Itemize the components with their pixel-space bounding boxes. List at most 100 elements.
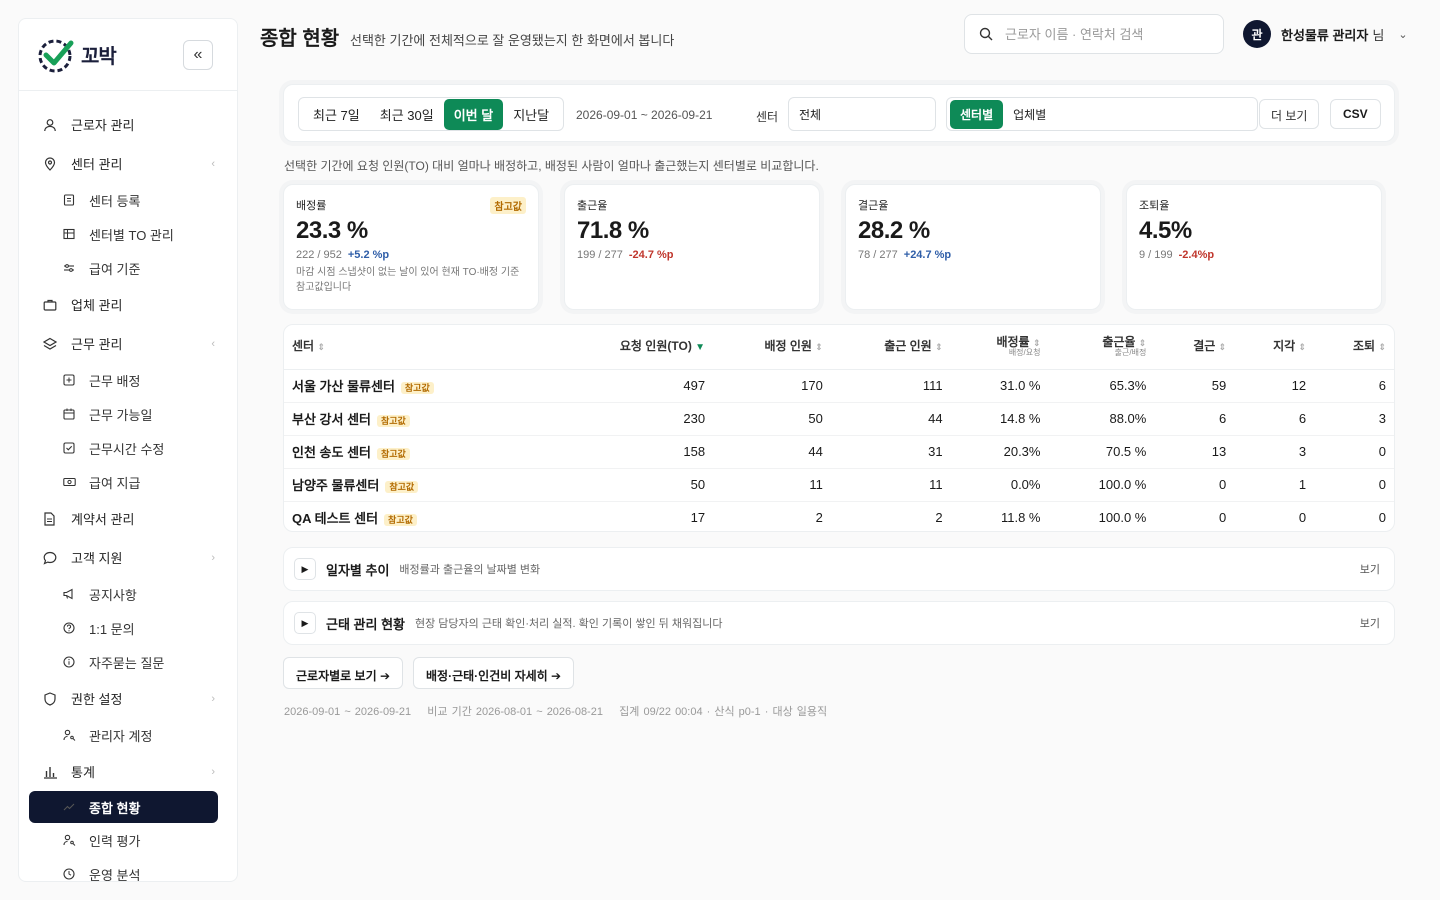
contract-icon bbox=[43, 511, 63, 526]
col-attended[interactable]: 출근 인원 ⇕ bbox=[830, 325, 951, 370]
kpi-content: 출근율 71.8 % 199 / 277 -24.7 %p bbox=[577, 197, 807, 295]
sidebar-item[interactable]: 1:1 문의 bbox=[19, 611, 237, 645]
sidebar-item-label: 근무 배정 bbox=[89, 373, 141, 389]
cell-center: 서울 가산 물류센터 참고값 bbox=[284, 369, 584, 403]
table-icon bbox=[63, 228, 81, 240]
sidebar-item[interactable]: 업체 관리 bbox=[19, 285, 237, 324]
panel-view-link[interactable]: 보기 bbox=[1360, 615, 1380, 631]
col-attend-rate[interactable]: 출근율 ⇕ 출근/배정 bbox=[1048, 325, 1155, 370]
cell-early: 6 bbox=[1314, 369, 1394, 403]
cell-center: 부산 강서 센터 참고값 bbox=[284, 402, 584, 436]
col-center[interactable]: 센터 ⇕ bbox=[284, 325, 584, 370]
period-button[interactable]: 이번 달 bbox=[443, 98, 504, 130]
logo[interactable]: 꼬박 bbox=[37, 37, 117, 73]
reference-badge: 참고값 bbox=[376, 448, 410, 460]
col-assigned[interactable]: 배정 인원 ⇕ bbox=[713, 325, 831, 370]
attendance-management-panel[interactable]: ▶ 근태 관리 현황 현장 담당자의 근태 확인·처리 실적. 확인 기록이 쌓… bbox=[283, 601, 1395, 645]
cell-attend-rate: 65.3% bbox=[1048, 369, 1155, 403]
panel-description: 배정률과 출근율의 날짜별 변화 bbox=[399, 564, 541, 576]
col-early-label: 조퇴 bbox=[1353, 339, 1376, 354]
reference-badge: 참고값 bbox=[376, 415, 410, 427]
kpi-ratio-row: 199 / 277 -24.7 %p bbox=[577, 249, 807, 261]
sidebar-item[interactable]: 급여 지급 bbox=[19, 465, 237, 499]
sidebar-item[interactable]: 운영 분석 bbox=[19, 857, 237, 881]
date-range[interactable]: 2026-09-01 ~ 2026-09-21 bbox=[576, 108, 712, 122]
csv-export-button[interactable]: CSV bbox=[1330, 99, 1381, 129]
view-by-worker-button[interactable]: 근로자별로 보기 ➔ bbox=[283, 657, 404, 689]
col-late[interactable]: 지각 ⇕ bbox=[1234, 325, 1315, 370]
period-button[interactable]: 지난달 bbox=[503, 99, 559, 130]
panel-description: 현장 담당자의 근태 확인·처리 실적. 확인 기록이 쌓인 뒤 채워집니다 bbox=[414, 618, 723, 630]
logo-check-icon bbox=[38, 39, 74, 72]
reference-badge: 참고값 bbox=[384, 514, 417, 526]
sidebar-item[interactable]: 계약서 관리 bbox=[19, 499, 237, 538]
sidebar-item[interactable]: 종합 현황 bbox=[29, 791, 218, 823]
sidebar-header: 꼬박 « bbox=[19, 19, 237, 91]
sidebar-item-label: 근무 가능일 bbox=[89, 407, 153, 423]
sidebar-collapse-button[interactable]: « bbox=[183, 39, 213, 70]
sidebar-item[interactable]: 근로자 관리 bbox=[19, 105, 237, 144]
sidebar-item-label: 급여 기준 bbox=[89, 261, 141, 277]
table-row[interactable]: 인천 송도 센터 참고값 158 44 31 20.3% 70.5 % 13 3 0 bbox=[284, 435, 1394, 469]
user-menu[interactable]: 관 한성물류 관리자 님 ⌄ bbox=[1243, 20, 1408, 48]
period-button[interactable]: 최근 7일 bbox=[303, 99, 370, 130]
sidebar-item[interactable]: 자주묻는 질문 bbox=[19, 645, 237, 679]
sidebar-item[interactable]: 근무 배정 bbox=[19, 363, 237, 397]
col-absent[interactable]: 결근 ⇕ bbox=[1154, 325, 1235, 370]
table-row[interactable]: QA 테스트 센터 참고값 17 2 2 11.8 % 100.0 % 0 0 0 bbox=[284, 501, 1394, 531]
sidebar-item[interactable]: 고객 지원 › bbox=[19, 538, 237, 577]
sidebar-item[interactable]: 통계 › bbox=[19, 752, 237, 791]
chevron-left-icon: ‹ bbox=[211, 157, 215, 170]
center-name: 부산 강서 센터 bbox=[292, 412, 371, 427]
reference-badge: 참고값 bbox=[385, 481, 419, 493]
sidebar-item[interactable]: 관리자 계정 bbox=[19, 718, 237, 752]
table-row[interactable]: 서울 가산 물류센터 참고값 497 170 111 31.0 % 65.3% 59 12 6 bbox=[284, 369, 1394, 403]
col-assign-rate[interactable]: 배정률 ⇕ 배정/요청 bbox=[950, 325, 1049, 370]
view-toggle-button[interactable]: 센터별 bbox=[950, 99, 1004, 129]
sidebar-item[interactable]: 급여 기준 bbox=[19, 251, 237, 285]
search-box[interactable] bbox=[964, 14, 1224, 54]
sidebar-item[interactable]: 센터별 TO 관리 bbox=[19, 217, 237, 251]
daily-trend-panel[interactable]: ▶ 일자별 추이 배정률과 출근율의 날짜별 변화 보기 bbox=[283, 547, 1395, 591]
cell-attended: 31 bbox=[830, 435, 951, 469]
kpi-value: 71.8 % bbox=[577, 217, 649, 244]
period-button[interactable]: 최근 30일 bbox=[370, 99, 444, 130]
sidebar-item[interactable]: 권한 설정 › bbox=[19, 679, 237, 718]
kpi-label: 출근율 bbox=[577, 200, 608, 212]
table-row[interactable]: 부산 강서 센터 참고값 230 50 44 14.8 % 88.0% 6 6 3 bbox=[284, 402, 1394, 436]
more-button[interactable]: 더 보기 bbox=[1259, 99, 1320, 129]
panel-title: 일자별 추이 bbox=[326, 562, 390, 578]
sidebar-item[interactable]: 공지사항 bbox=[19, 577, 237, 611]
center-select[interactable]: 전체 bbox=[788, 97, 936, 131]
cell-absent: 0 bbox=[1154, 501, 1235, 531]
expand-play-icon[interactable]: ▶ bbox=[294, 558, 316, 580]
double-chevron-left-icon: « bbox=[193, 45, 203, 63]
sidebar-item[interactable]: 센터 관리 ‹ bbox=[19, 144, 237, 183]
expand-play-icon[interactable]: ▶ bbox=[294, 612, 316, 634]
user-name: 한성물류 관리자 bbox=[1281, 27, 1369, 43]
col-late-label: 지각 bbox=[1273, 339, 1296, 354]
logo-text: 꼬박 bbox=[81, 46, 117, 68]
cell-assigned: 170 bbox=[713, 369, 831, 403]
table-row[interactable]: 남양주 물류센터 참고값 50 11 11 0.0% 100.0 % 0 1 0 bbox=[284, 468, 1394, 502]
col-to[interactable]: 요청 인원(TO) ▼ bbox=[583, 325, 714, 370]
kpi-value: 28.2 % bbox=[858, 217, 930, 244]
kpi-card: 결근율 28.2 % 78 / 277 +24.7 %p bbox=[845, 184, 1101, 310]
col-early[interactable]: 조퇴 ⇕ bbox=[1314, 325, 1394, 370]
sidebar-item[interactable]: 근무 가능일 bbox=[19, 397, 237, 431]
search-input[interactable] bbox=[1005, 26, 1205, 42]
col-assigned-label: 배정 인원 bbox=[764, 339, 812, 354]
sidebar-item[interactable]: 센터 등록 bbox=[19, 183, 237, 217]
sidebar-item[interactable]: 인력 평가 bbox=[19, 823, 237, 857]
sidebar-item[interactable]: 근무 관리 ‹ bbox=[19, 324, 237, 363]
panel-view-link[interactable]: 보기 bbox=[1360, 561, 1380, 577]
center-table-card: 센터 ⇕ 요청 인원(TO) ▼ 배정 인원 ⇕ 출근 인원 ⇕ 배정률 ⇕ 배정… bbox=[283, 324, 1395, 532]
sidebar-item-label: 급여 지급 bbox=[89, 475, 141, 491]
kpi-delta: +5.2 %p bbox=[347, 249, 390, 261]
sidebar-item-label: 종합 현황 bbox=[89, 800, 141, 816]
cell-attended: 44 bbox=[830, 402, 951, 436]
sidebar-item-label: 근무 관리 bbox=[71, 337, 123, 352]
details-button[interactable]: 배정·근태·인건비 자세히 ➔ bbox=[413, 657, 575, 689]
sidebar-item[interactable]: 근무시간 수정 bbox=[19, 431, 237, 465]
view-toggle-button[interactable]: 업체별 bbox=[1003, 100, 1056, 129]
